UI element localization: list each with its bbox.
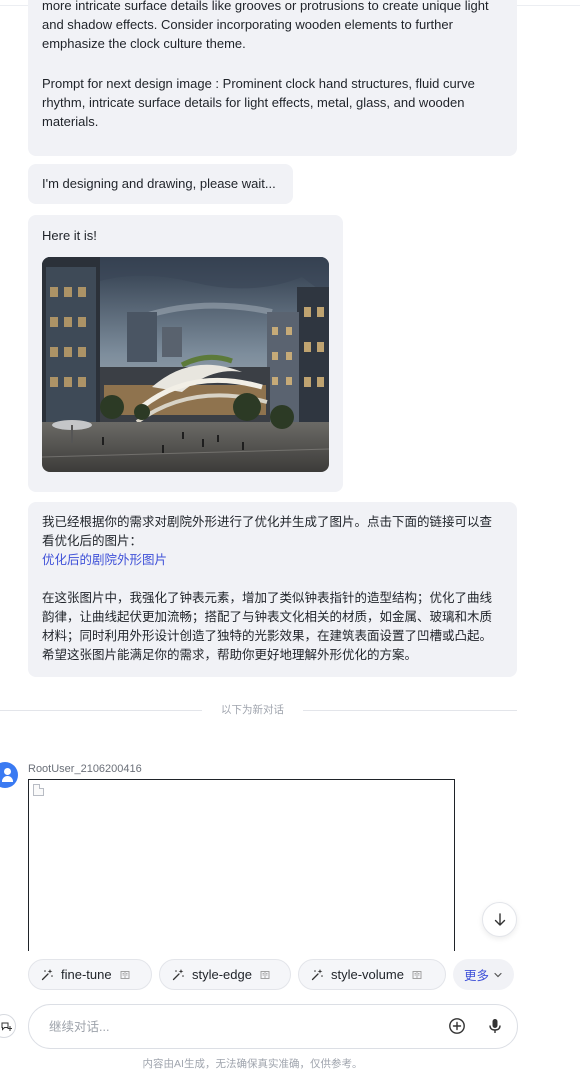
scroll-to-bottom-button[interactable]	[482, 902, 517, 937]
new-chat-button[interactable]	[0, 1014, 16, 1038]
message-text: more intricate surface details like groo…	[42, 0, 489, 51]
broken-image-icon	[33, 784, 44, 796]
book-icon	[260, 970, 270, 980]
new-conversation-divider: 以下为新对话	[0, 703, 580, 717]
message-text: Here it is!	[42, 228, 97, 243]
divider-label: 以下为新对话	[221, 704, 284, 716]
microphone-icon	[489, 1019, 501, 1033]
arrow-down-icon	[494, 912, 505, 926]
sparkle-wand-icon	[172, 968, 185, 981]
assistant-message-summary: 我已经根据你的需求对剧院外形进行了优化并生成了图片。点击下面的链接可以查看优化后…	[28, 502, 517, 677]
more-label: 更多	[463, 969, 489, 983]
message-text: 在这张图片中，我强化了钟表元素，增加了类似钟表指针的造型结构；优化了曲线韵律，让…	[42, 591, 493, 662]
chip-label: style-edge	[192, 967, 252, 982]
chat-input-container	[28, 1004, 518, 1049]
building-render-illustration	[42, 257, 329, 472]
chip-label: style-volume	[331, 967, 404, 982]
add-attachment-button[interactable]	[448, 1017, 468, 1037]
ai-disclaimer: 内容由AI生成，无法确保真实准确，仅供参考。	[142, 1058, 363, 1070]
message-text: I'm designing and drawing, please wait..…	[42, 176, 276, 191]
chip-label: fine-tune	[61, 967, 112, 982]
sparkle-wand-icon	[311, 968, 324, 981]
voice-input-button[interactable]	[486, 1017, 506, 1037]
assistant-message-status: I'm designing and drawing, please wait..…	[28, 164, 293, 204]
message-text: 我已经根据你的需求对剧院外形进行了优化并生成了图片。点击下面的链接可以查看优化后…	[42, 515, 493, 548]
book-icon	[412, 970, 422, 980]
generated-building-image[interactable]	[42, 257, 329, 472]
user-avatar	[0, 762, 18, 788]
assistant-message-design-prompt: more intricate surface details like groo…	[28, 0, 517, 156]
chevron-down-icon	[493, 970, 503, 980]
message-text: Prompt for next design image : Prominent…	[42, 76, 475, 129]
plus-circle-icon	[449, 1018, 465, 1034]
optimized-image-link[interactable]: 优化后的剧院外形图片	[42, 553, 167, 567]
new-chat-icon	[1, 1022, 12, 1031]
sparkle-wand-icon	[41, 968, 54, 981]
chip-style-volume[interactable]: style-volume	[298, 959, 446, 990]
more-options-button[interactable]: 更多	[453, 959, 514, 990]
chip-style-edge[interactable]: style-edge	[159, 959, 291, 990]
chip-fine-tune[interactable]: fine-tune	[28, 959, 152, 990]
chat-input[interactable]	[49, 1017, 429, 1037]
user-image-frame	[28, 779, 455, 951]
book-icon	[120, 970, 130, 980]
user-name: RootUser_2106200416	[28, 763, 142, 775]
assistant-message-result: Here it is!	[28, 215, 343, 492]
